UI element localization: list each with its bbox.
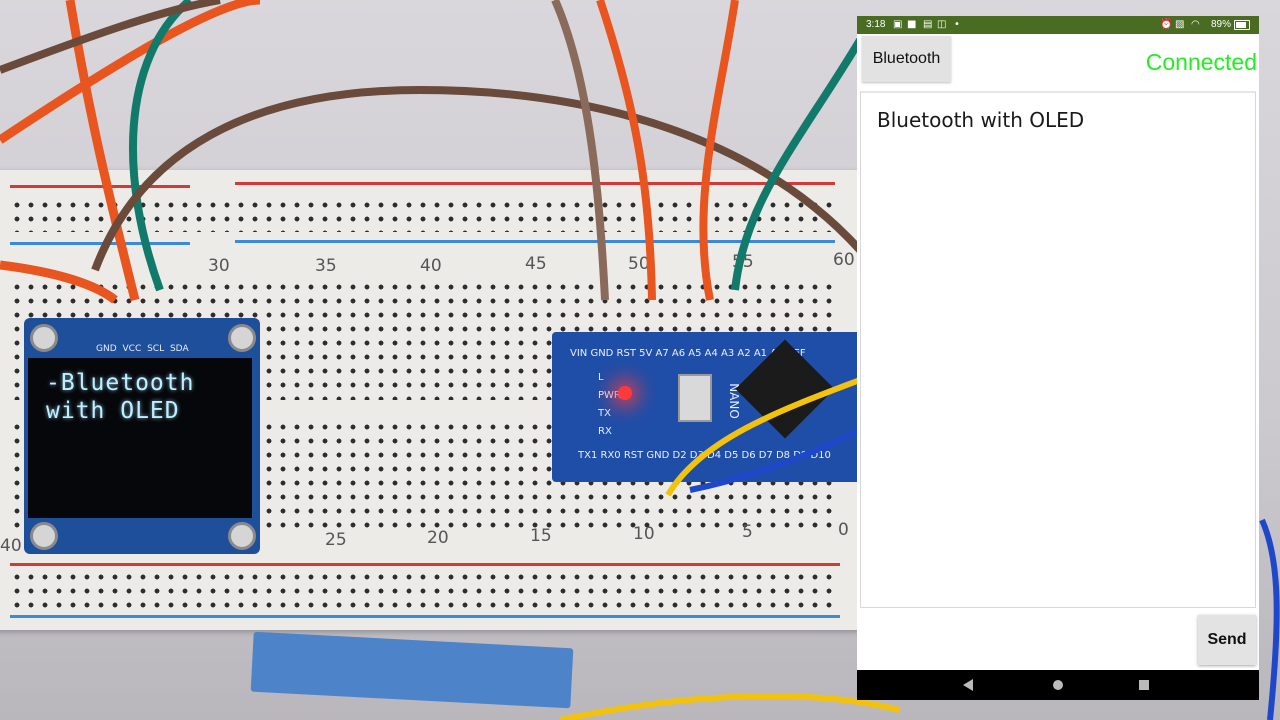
home-icon[interactable] xyxy=(1053,680,1063,690)
status-bar: 3:18 ▣ ■ ▤ ◫ • ⏰ ▧ ◠ 89% xyxy=(857,16,1259,34)
received-message-text: Bluetooth with OLED xyxy=(877,108,1085,132)
battery-percent: 89% xyxy=(1210,19,1231,30)
send-text-input[interactable] xyxy=(863,620,1197,662)
bluetooth-button[interactable]: Bluetooth xyxy=(862,36,951,82)
wire-blue xyxy=(689,427,862,493)
wire-blue xyxy=(1259,518,1280,720)
sim-icon: ▧ xyxy=(1175,19,1185,30)
video-icon: ■ xyxy=(907,19,917,30)
received-message-box: Bluetooth with OLED xyxy=(860,91,1256,608)
cast-icon: ◫ xyxy=(937,19,947,30)
status-time: 3:18 xyxy=(866,19,886,30)
recent-apps-icon[interactable] xyxy=(1139,680,1149,690)
wire-yellow xyxy=(559,693,901,720)
connection-status: Connected xyxy=(1145,49,1257,75)
phone-screen: 3:18 ▣ ■ ▤ ◫ • ⏰ ▧ ◠ 89% Bluetooth Conne… xyxy=(857,16,1259,700)
wire-yellow xyxy=(665,377,862,497)
battery-icon xyxy=(1234,20,1250,30)
alarm-icon: ⏰ xyxy=(1160,19,1173,30)
send-button[interactable]: Send xyxy=(1198,615,1256,665)
wire-brown xyxy=(551,0,609,301)
screen: 30 35 40 45 50 55 60 40 25 20 15 10 5 0 … xyxy=(0,0,1280,720)
nfc-icon: ▤ xyxy=(923,19,933,30)
image-icon: ▣ xyxy=(893,19,903,30)
wire-orange xyxy=(596,0,656,301)
navigation-bar xyxy=(857,670,1259,700)
wire-brown xyxy=(0,0,221,74)
wifi-icon: ◠ xyxy=(1191,19,1200,30)
back-icon[interactable] xyxy=(963,679,973,691)
dot-icon: • xyxy=(954,19,960,30)
